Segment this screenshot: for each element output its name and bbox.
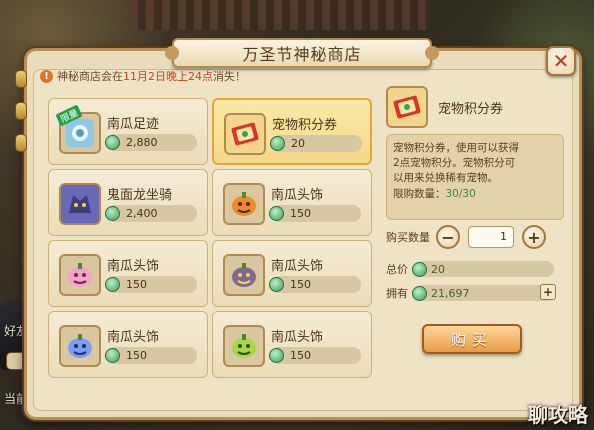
item-price: 150 [269,347,361,364]
world-roof-tiles [130,0,430,30]
shop-item-card-selected[interactable]: 宠物积分券 20 [212,98,372,165]
item-price: 150 [105,276,197,293]
close-button[interactable]: ✕ [546,46,576,76]
item-name: 南瓜足迹 [107,117,160,132]
item-price: 150 [105,347,197,364]
item-price: 150 [269,276,361,293]
limit-label: 限购数量： [393,188,446,200]
shop-item-card[interactable]: 南瓜头饰 150 [48,240,208,307]
item-price-value: 150 [290,207,311,220]
shop-item-card[interactable]: 南瓜头饰 150 [48,311,208,378]
item-price-value: 150 [290,349,311,362]
item-description: 宠物积分券，使用可以获得 2点宠物积分。宠物积分可 以用来兑换稀有宠物。 限购数… [386,134,564,220]
item-price-value: 2,400 [126,207,158,220]
currency-coin-icon [269,348,284,363]
pet-points-coupon-icon [224,113,266,155]
notice-date: 11月2日晚上24点 [123,70,213,83]
total-price-label: 总价 [386,263,408,276]
shop-expiry-notice: ! 神秘商店会在 11月2日晚上24点 消失！ [40,68,246,84]
pumpkin-headwear-orange-icon [223,183,265,225]
description-line: 以用来兑换稀有宠物。 [393,172,498,184]
item-price: 20 [270,135,362,152]
window-side-ornament [14,70,28,160]
detail-header: 宠物积分券 [386,86,564,128]
currency-coin-icon [105,277,120,292]
warning-icon: ! [40,69,53,83]
quantity-stepper: 购买数量 − 1 + [386,225,546,249]
item-price-value: 150 [290,278,311,291]
description-line: 宠物积分券，使用可以获得 [393,142,519,154]
item-name: 南瓜头饰 [107,259,160,274]
shop-item-card[interactable]: 鬼面龙坐骑 2,400 [48,169,208,236]
item-grid[interactable]: 限量 南瓜足迹 2,880 宠物积分券 20 鬼面龙坐骑 2,400 南瓜头饰 [48,98,374,382]
item-name: 南瓜头饰 [271,330,324,345]
item-price-value: 20 [291,137,305,150]
notice-suffix: 消失！ [213,70,246,83]
quantity-label: 购买数量 [386,231,430,244]
item-name: 南瓜头饰 [271,188,324,203]
item-price: 2,880 [105,134,197,151]
limit-value: 30/30 [445,188,476,200]
shop-item-card[interactable]: 南瓜头饰 150 [212,311,372,378]
description-line: 2点宠物积分。宠物积分可 [393,157,516,169]
item-name: 鬼面龙坐骑 [107,188,173,203]
currency-coin-icon [105,135,120,150]
add-currency-button[interactable]: + [540,284,556,300]
increase-quantity-button[interactable]: + [522,225,546,249]
shop-item-card[interactable]: 南瓜头饰 150 [212,169,372,236]
item-price-value: 150 [126,278,147,291]
currency-coin-icon [412,285,427,301]
watermark: 聊攻略 [528,403,588,427]
notice-prefix: 神秘商店会在 [57,70,123,83]
shop-title-banner: 万圣节神秘商店 [165,38,439,68]
item-name: 宠物积分券 [272,118,338,133]
decrease-quantity-button[interactable]: − [436,225,460,249]
ornament-bead [15,70,27,88]
item-name: 南瓜头饰 [271,259,324,274]
total-price-value: 20 [431,262,445,276]
pet-points-coupon-icon [386,86,428,128]
item-price: 2,400 [105,205,197,222]
currency-coin-icon [105,206,120,221]
currency-coin-icon [270,136,285,151]
pumpkin-headwear-dark-icon [223,254,265,296]
currency-coin-icon [412,261,427,277]
owned-currency-bar: 21,697 + [412,284,556,301]
owned-value: 21,697 [431,286,470,300]
pumpkin-headwear-green-icon [223,325,265,367]
pumpkin-headwear-blue-icon [59,325,101,367]
pumpkin-headwear-pink-icon [59,254,101,296]
quantity-input[interactable]: 1 [468,226,514,248]
currency-coin-icon [269,277,284,292]
shop-item-card[interactable]: 限量 南瓜足迹 2,880 [48,98,208,165]
purchase-limit: 限购数量：30/30 [393,187,557,202]
item-detail-panel: 宠物积分券 宠物积分券，使用可以获得 2点宠物积分。宠物积分可 以用来兑换稀有宠… [386,86,564,382]
detail-item-name: 宠物积分券 [438,101,504,117]
ornament-bead [15,102,27,120]
close-icon: ✕ [552,49,570,73]
owned-currency-row: 拥有 21,697 + [386,282,556,304]
ornament-bead [15,134,27,152]
currency-coin-icon [269,206,284,221]
item-price-value: 2,880 [126,136,158,149]
total-price-row: 总价 20 [386,258,554,280]
item-name: 南瓜头饰 [107,330,160,345]
page-title: 万圣节神秘商店 [242,45,362,64]
ghost-dragon-mount-icon [59,183,101,225]
currency-coin-icon [105,348,120,363]
owned-label: 拥有 [386,287,408,300]
item-price-value: 150 [126,349,147,362]
shop-item-card[interactable]: 南瓜头饰 150 [212,240,372,307]
item-price: 150 [269,205,361,222]
buy-button[interactable]: 购买 [422,324,522,354]
total-price-bar: 20 [412,261,554,277]
